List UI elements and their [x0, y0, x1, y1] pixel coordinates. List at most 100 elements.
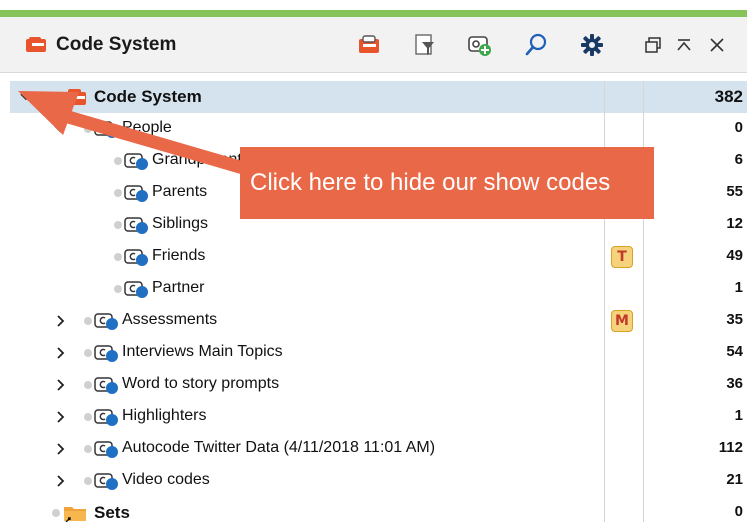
- column-divider: [604, 305, 605, 337]
- tree-row[interactable]: Autocode Twitter Data (4/11/2018 11:01 A…: [10, 433, 747, 465]
- status-dot: [52, 509, 60, 517]
- tree-row-label: Assessments: [122, 311, 218, 328]
- coded-segments-count: 382: [714, 87, 743, 106]
- coded-segments-count: 49: [726, 247, 743, 264]
- column-divider: [643, 273, 644, 305]
- coded-segments-count: 1: [734, 279, 743, 296]
- chevron-right-icon[interactable]: [54, 442, 66, 456]
- status-dot: [114, 189, 122, 197]
- collapse-up-icon: [677, 39, 691, 51]
- tree-row[interactable]: Friends T 49: [10, 241, 747, 273]
- tree-row[interactable]: Word to story prompts 36: [10, 369, 747, 401]
- coded-segments-count: 55: [726, 183, 743, 200]
- column-divider: [643, 81, 644, 113]
- code-icon: [124, 281, 148, 298]
- column-divider: [604, 81, 605, 113]
- memo-icon[interactable]: M: [611, 310, 633, 332]
- tree-row-label: Interviews Main Topics: [122, 343, 283, 360]
- chevron-right-icon[interactable]: [54, 410, 66, 424]
- tree-row-label: Code System: [94, 87, 202, 106]
- column-divider: [604, 465, 605, 497]
- column-divider: [643, 465, 644, 497]
- status-dot: [84, 125, 92, 133]
- code-icon: [124, 185, 148, 202]
- column-divider: [604, 337, 605, 369]
- column-divider: [604, 369, 605, 401]
- tree-row-label: Partner: [152, 279, 205, 296]
- tree-row[interactable]: Interviews Main Topics 54: [10, 337, 747, 369]
- tree-row[interactable]: Partner 1: [10, 273, 747, 305]
- tree-row-label: Video codes: [122, 471, 210, 488]
- tree-row-label: Autocode Twitter Data (4/11/2018 11:01 A…: [122, 439, 436, 456]
- code-icon: [94, 409, 118, 426]
- undock-button[interactable]: [639, 31, 667, 59]
- tree-row-label: Friends: [152, 247, 206, 264]
- status-dot: [114, 157, 122, 165]
- tree-row-label: Sets: [94, 503, 130, 522]
- column-divider: [643, 433, 644, 465]
- chevron-right-icon[interactable]: [54, 474, 66, 488]
- accent-bar: [0, 10, 747, 17]
- code-system-icon: [26, 37, 46, 52]
- filter-button[interactable]: [411, 31, 439, 59]
- column-divider: [643, 113, 644, 145]
- code-icon: [94, 441, 118, 458]
- chevron-down-icon[interactable]: [54, 122, 66, 136]
- code-icon: [94, 121, 118, 138]
- column-divider: [604, 273, 605, 305]
- coded-segments-count: 0: [734, 119, 743, 136]
- column-divider: [643, 337, 644, 369]
- tree-row[interactable]: People 0: [10, 113, 747, 145]
- tree-row[interactable]: Sets 0: [10, 497, 747, 522]
- code-icon: [124, 249, 148, 266]
- column-divider: [604, 241, 605, 273]
- column-divider: [643, 241, 644, 273]
- coded-segments-count: 12: [726, 215, 743, 232]
- chevron-right-icon[interactable]: [54, 346, 66, 360]
- coded-segments-count: 112: [718, 439, 743, 456]
- code-system-icon: [359, 35, 379, 53]
- close-button[interactable]: [703, 31, 731, 59]
- status-dot: [84, 413, 92, 421]
- status-dot: [114, 221, 122, 229]
- chevron-down-icon[interactable]: [20, 90, 32, 104]
- collapse-button[interactable]: [670, 31, 698, 59]
- coded-segments-count: 36: [726, 375, 743, 392]
- tree-row[interactable]: Assessments M 35: [10, 305, 747, 337]
- tree-row[interactable]: Highlighters 1: [10, 401, 747, 433]
- column-divider: [643, 305, 644, 337]
- coded-segments-count: 1: [734, 407, 743, 424]
- window-title: Code System: [56, 34, 177, 55]
- column-divider: [643, 401, 644, 433]
- tree-root-row[interactable]: Code System 382: [10, 81, 747, 113]
- status-dot: [114, 285, 122, 293]
- close-icon: [710, 38, 724, 52]
- code-icon: [94, 473, 118, 490]
- tree-row-label: Parents: [152, 183, 208, 200]
- status-dot: [114, 253, 122, 261]
- memo-icon[interactable]: T: [611, 246, 633, 268]
- column-divider: [604, 433, 605, 465]
- undock-icon: [645, 37, 661, 53]
- gear-icon: [581, 34, 603, 56]
- tree-row-label: Grandparents: [152, 151, 250, 168]
- coded-segments-count: 35: [726, 311, 743, 328]
- chevron-right-icon[interactable]: [54, 378, 66, 392]
- chevron-right-icon[interactable]: [54, 314, 66, 328]
- code-icon: [94, 345, 118, 362]
- code-system-options-button[interactable]: [355, 31, 383, 59]
- top-strip: [0, 0, 747, 10]
- filter-icon: [415, 34, 434, 55]
- coded-segments-count: 6: [734, 151, 743, 168]
- tooltip-callout: Click here to hide our show codes: [240, 147, 654, 219]
- status-dot: [84, 317, 92, 325]
- sets-folder-icon: [64, 507, 86, 522]
- column-divider: [604, 113, 605, 145]
- code-icon: [124, 153, 148, 170]
- tree-row-label: People: [122, 119, 172, 136]
- settings-button[interactable]: [578, 31, 606, 59]
- tree-row[interactable]: Video codes 21: [10, 465, 747, 497]
- search-button[interactable]: [522, 31, 550, 59]
- code-icon: [124, 217, 148, 234]
- new-code-button[interactable]: [466, 31, 494, 59]
